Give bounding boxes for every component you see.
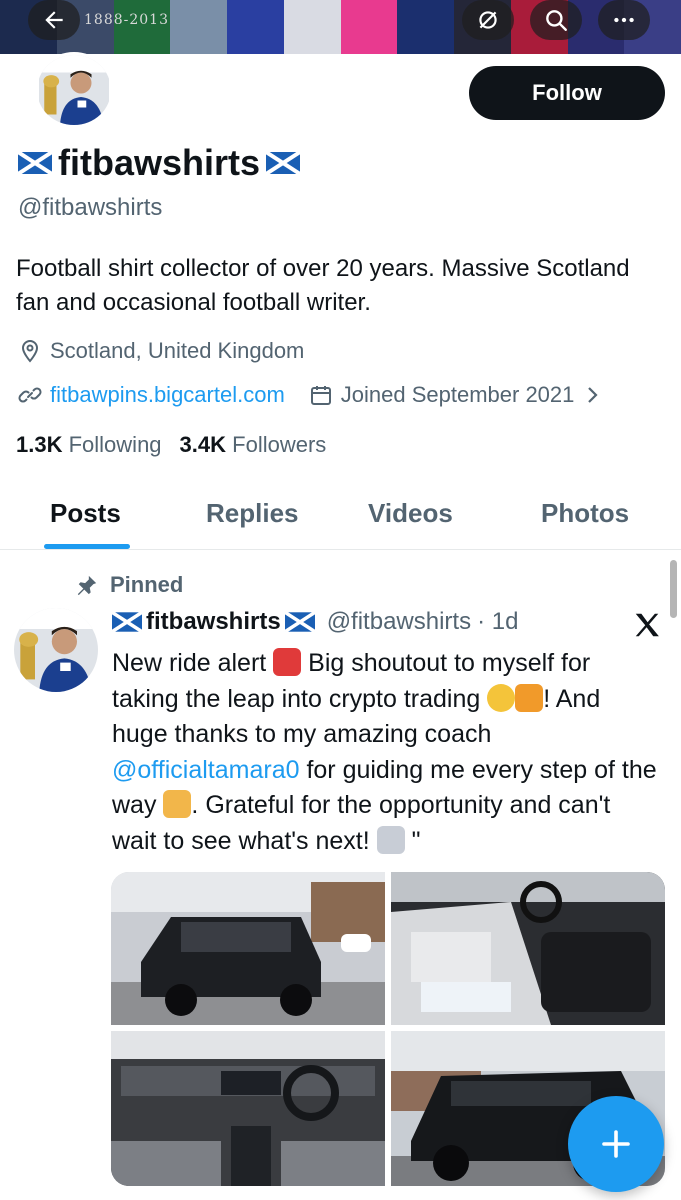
banner-stripe (227, 0, 284, 54)
followers-count: 3.4K (179, 432, 227, 457)
party-popper-emoji-icon (515, 683, 544, 712)
back-button[interactable] (28, 0, 80, 40)
profile-location: Scotland, United Kingdom (18, 338, 304, 364)
scotland-flag-icon (112, 612, 142, 632)
post-header: fitbawshirts @fitbawshirts · 1d (112, 608, 518, 636)
siren-emoji-icon (273, 648, 302, 676)
profile-handle: @fitbawshirts (18, 194, 163, 221)
joined-text: Joined September 2021 (340, 382, 575, 407)
tab-videos[interactable]: Videos (368, 498, 453, 529)
map-pin-icon (21, 339, 39, 363)
banner-stripe (283, 0, 341, 54)
profile-tabs: Posts Replies Videos Photos (0, 480, 681, 550)
post-author-name: fitbawshirts (146, 608, 281, 635)
search-icon (546, 10, 567, 31)
more-button[interactable] (598, 0, 650, 40)
scotland-flag-icon (18, 152, 52, 174)
pinned-label: Pinned (76, 572, 183, 598)
more-icon (614, 17, 634, 23)
scotland-flag-icon (266, 152, 301, 174)
pinned-text: Pinned (110, 572, 184, 597)
following-link[interactable]: 1.3K Following (16, 432, 162, 458)
post-text-part: New ride alert (112, 649, 267, 677)
link-icon (18, 387, 42, 403)
tab-posts[interactable]: Posts (50, 498, 121, 529)
banner-stripe (397, 0, 454, 54)
website-link[interactable]: fitbawpins.bigcartel.com (50, 382, 285, 408)
media-photo[interactable] (111, 872, 385, 1025)
plus-icon (602, 1130, 630, 1158)
post-text: New ride alert Big shoutout to myself fo… (112, 646, 660, 859)
rocket-emoji-icon (376, 825, 405, 854)
profile-avatar[interactable] (34, 52, 114, 128)
banner-stripe (170, 0, 227, 54)
post-text-part: " (411, 826, 421, 855)
tab-replies[interactable]: Replies (206, 498, 299, 529)
profile-bio: Football shirt collector of over 20 year… (16, 255, 630, 316)
party-face-emoji-icon (487, 683, 516, 712)
profile-name: fitbawshirts (18, 142, 301, 184)
x-logo-icon (635, 613, 659, 637)
post-avatar[interactable] (14, 608, 98, 692)
compose-button[interactable] (568, 1096, 664, 1192)
active-tab-indicator (44, 544, 130, 549)
followers-label: Followers (232, 432, 327, 457)
mute-button[interactable] (462, 0, 514, 40)
mention-link[interactable]: @officialtamara0 (112, 756, 300, 784)
pin-icon (77, 575, 97, 596)
bell-off-icon (479, 11, 497, 29)
scotland-flag-icon (284, 612, 315, 632)
calendar-icon (310, 386, 331, 405)
following-count: 1.3K (16, 432, 63, 457)
folded-hands-emoji-icon (163, 790, 192, 818)
chevron-right-icon[interactable] (580, 383, 604, 407)
post-time: · 1d (477, 608, 519, 635)
banner-stripe (340, 0, 398, 54)
media-photo[interactable] (111, 1031, 385, 1186)
post-handle[interactable]: @fitbawshirts (327, 608, 471, 636)
location-text: Scotland, United Kingdom (50, 338, 305, 363)
profile-meta-row: fitbawpins.bigcartel.com Joined Septembe… (18, 382, 678, 408)
post-author[interactable]: fitbawshirts (112, 608, 315, 636)
follow-counts: 1.3K Following 3.4K Followers (16, 432, 326, 458)
following-label: Following (68, 432, 162, 457)
media-photo[interactable] (391, 872, 665, 1025)
follow-button[interactable]: Follow (469, 66, 665, 120)
arrow-left-icon (45, 11, 63, 29)
scrollbar[interactable] (670, 560, 677, 618)
banner-text: 1888-2013 (84, 12, 169, 28)
search-button[interactable] (530, 0, 582, 40)
profile-name-text: fitbawshirts (58, 142, 261, 183)
tab-photos[interactable]: Photos (541, 498, 629, 529)
followers-link[interactable]: 3.4K Followers (180, 432, 327, 458)
